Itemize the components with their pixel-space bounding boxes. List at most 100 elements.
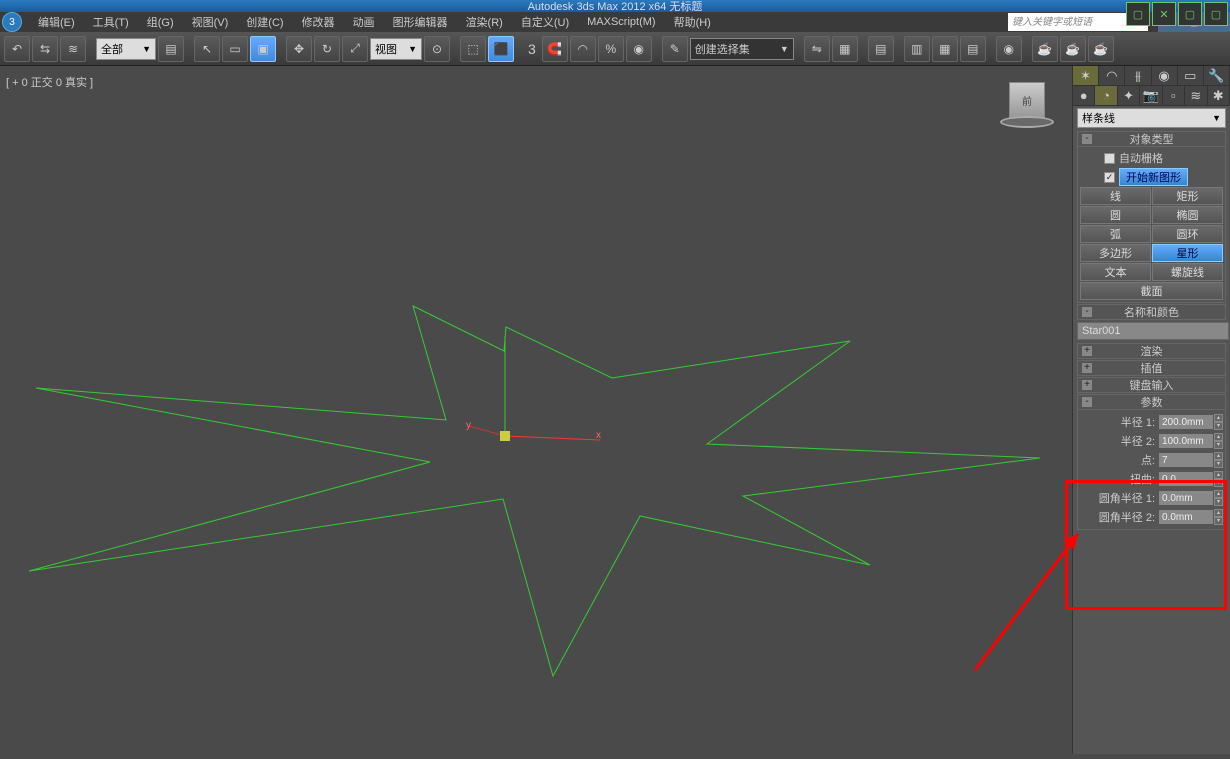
teapot3-icon[interactable]: ☕: [1088, 36, 1114, 62]
spacewarps-cat-icon[interactable]: ≋: [1185, 86, 1207, 105]
motion-tab-icon[interactable]: ◉: [1152, 66, 1178, 85]
object-name-input[interactable]: [1077, 322, 1229, 340]
spin-up-icon[interactable]: ▴: [1214, 490, 1223, 498]
curve-editor-icon[interactable]: ▥: [904, 36, 930, 62]
link-icon[interactable]: ≋: [60, 36, 86, 62]
menu-maxscript[interactable]: MAXScript(M): [579, 14, 663, 30]
shapes-cat-icon[interactable]: ◔: [1095, 86, 1117, 105]
viewcube[interactable]: 前: [1000, 76, 1054, 130]
scale-icon[interactable]: ⤢: [342, 36, 368, 62]
shape-rect-button[interactable]: 矩形: [1152, 187, 1223, 205]
shape-star-button[interactable]: 星形: [1152, 244, 1223, 262]
select-rect-icon[interactable]: ▭: [222, 36, 248, 62]
spin-up-icon[interactable]: ▴: [1214, 433, 1223, 441]
viewport[interactable]: [ + 0 正交 0 真实 ] x y 前: [0, 66, 1072, 754]
filter-combo[interactable]: 全部▼: [96, 38, 156, 60]
spin-down-icon[interactable]: ▾: [1214, 517, 1223, 525]
snap-icon[interactable]: 🧲: [542, 36, 568, 62]
spin-down-icon[interactable]: ▾: [1214, 441, 1223, 449]
create-tab-icon[interactable]: ✶: [1073, 66, 1099, 85]
hierarchy-tab-icon[interactable]: ⫵: [1125, 66, 1151, 85]
geometry-cat-icon[interactable]: ●: [1073, 86, 1095, 105]
rollout-render[interactable]: +渲染: [1077, 343, 1226, 359]
move-icon[interactable]: ✥: [286, 36, 312, 62]
menu-grapheditors[interactable]: 图形编辑器: [385, 12, 456, 32]
spin-down-icon[interactable]: ▾: [1214, 422, 1223, 430]
lights-cat-icon[interactable]: ✦: [1118, 86, 1140, 105]
modify-tab-icon[interactable]: ◠: [1099, 66, 1125, 85]
radius1-input[interactable]: [1158, 414, 1214, 430]
rollout-keyboard[interactable]: +键盘输入: [1077, 377, 1226, 393]
keymode-icon[interactable]: ⬛: [488, 36, 514, 62]
app-logo[interactable]: 3: [2, 12, 22, 32]
distortion-input[interactable]: [1158, 471, 1214, 487]
cursor-icon[interactable]: ↖: [194, 36, 220, 62]
shape-ellipse-button[interactable]: 椭圆: [1152, 206, 1223, 224]
spin-down-icon[interactable]: ▾: [1214, 498, 1223, 506]
corner-icon-4[interactable]: ▢: [1204, 2, 1228, 26]
shape-line-button[interactable]: 线: [1080, 187, 1151, 205]
menu-rendering[interactable]: 渲染(R): [458, 12, 511, 32]
shape-text-button[interactable]: 文本: [1080, 263, 1151, 281]
menu-modifiers[interactable]: 修改器: [294, 12, 343, 32]
viewcube-face[interactable]: 前: [1009, 82, 1045, 118]
menu-tools[interactable]: 工具(T): [85, 12, 137, 32]
corner-icon-1[interactable]: ▢: [1126, 2, 1150, 26]
expand-icon[interactable]: +: [1082, 346, 1092, 356]
systems-cat-icon[interactable]: ✱: [1208, 86, 1230, 105]
expand-icon[interactable]: +: [1082, 380, 1092, 390]
spin-up-icon[interactable]: ▴: [1214, 471, 1223, 479]
shape-donut-button[interactable]: 圆环: [1152, 225, 1223, 243]
radius2-input[interactable]: [1158, 433, 1214, 449]
shape-ngon-button[interactable]: 多边形: [1080, 244, 1151, 262]
shape-section-button[interactable]: 截面: [1080, 282, 1223, 300]
autogrid-checkbox[interactable]: [1104, 153, 1115, 164]
menu-edit[interactable]: 编辑(E): [30, 12, 83, 32]
utilities-tab-icon[interactable]: 🔧: [1204, 66, 1230, 85]
collapse-icon[interactable]: -: [1082, 307, 1092, 317]
mirror-icon[interactable]: ⇋: [804, 36, 830, 62]
menu-customize[interactable]: 自定义(U): [513, 12, 577, 32]
fillet1-input[interactable]: [1158, 490, 1214, 506]
refcoord-combo[interactable]: 视图▼: [370, 38, 422, 60]
expand-icon[interactable]: +: [1082, 363, 1092, 373]
nameset-combo[interactable]: 创建选择集▼: [690, 38, 794, 60]
edit-name-icon[interactable]: ✎: [662, 36, 688, 62]
spin-up-icon[interactable]: ▴: [1214, 452, 1223, 460]
spin-up-icon[interactable]: ▴: [1214, 414, 1223, 422]
shape-arc-button[interactable]: 弧: [1080, 225, 1151, 243]
redo-icon[interactable]: ⇆: [32, 36, 58, 62]
select-name-icon[interactable]: ▤: [158, 36, 184, 62]
shape-circle-button[interactable]: 圆: [1080, 206, 1151, 224]
collapse-icon[interactable]: -: [1082, 397, 1092, 407]
menu-create[interactable]: 创建(C): [238, 12, 291, 32]
rollout-params[interactable]: -参数: [1077, 394, 1226, 410]
menu-help[interactable]: 帮助(H): [666, 12, 719, 32]
teapot2-icon[interactable]: ☕: [1060, 36, 1086, 62]
helpers-cat-icon[interactable]: ▫: [1163, 86, 1185, 105]
rotate-icon[interactable]: ↻: [314, 36, 340, 62]
spin-down-icon[interactable]: ▾: [1214, 460, 1223, 468]
angle-snap-icon[interactable]: ◠: [570, 36, 596, 62]
align-icon[interactable]: ▦: [832, 36, 858, 62]
material-icon[interactable]: ▤: [960, 36, 986, 62]
spinner-snap-icon[interactable]: ◉: [626, 36, 652, 62]
spin-up-icon[interactable]: ▴: [1214, 509, 1223, 517]
startnew-checkbox[interactable]: [1104, 172, 1115, 183]
corner-icon-3[interactable]: ▢: [1178, 2, 1202, 26]
viewcube-ring[interactable]: [1000, 116, 1054, 128]
points-input[interactable]: [1158, 452, 1214, 468]
menu-view[interactable]: 视图(V): [184, 12, 237, 32]
cameras-cat-icon[interactable]: 📷: [1140, 86, 1162, 105]
corner-icon-2[interactable]: ✕: [1152, 2, 1176, 26]
fillet2-input[interactable]: [1158, 509, 1214, 525]
shape-helix-button[interactable]: 螺旋线: [1152, 263, 1223, 281]
pivot-icon[interactable]: ⊙: [424, 36, 450, 62]
layers-icon[interactable]: ▤: [868, 36, 894, 62]
spin-down-icon[interactable]: ▾: [1214, 479, 1223, 487]
render-setup-icon[interactable]: ◉: [996, 36, 1022, 62]
rollout-object-type[interactable]: - 对象类型: [1077, 131, 1226, 147]
schematic-icon[interactable]: ▦: [932, 36, 958, 62]
menu-group[interactable]: 组(G): [139, 12, 182, 32]
manip-icon[interactable]: ⬚: [460, 36, 486, 62]
